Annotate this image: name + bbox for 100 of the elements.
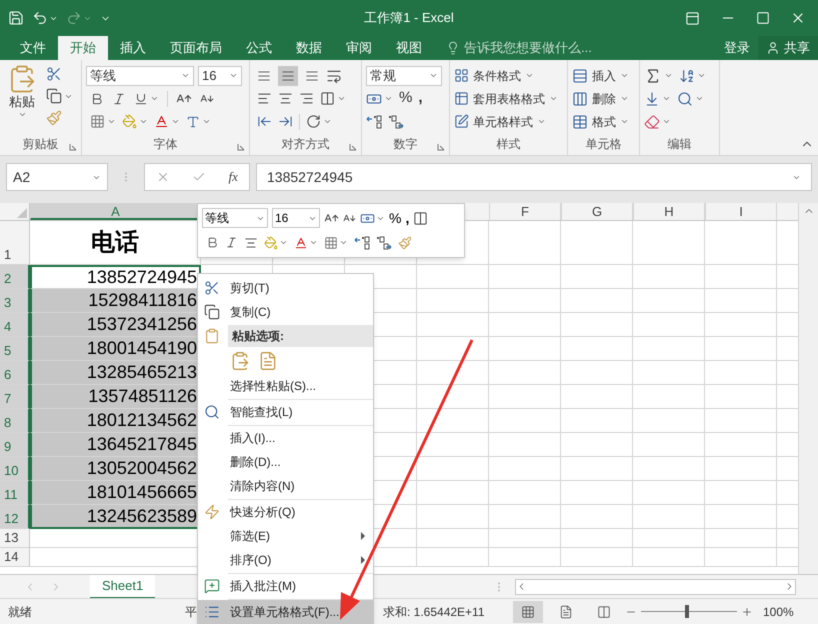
row-header[interactable]: 8 xyxy=(0,409,30,433)
undo-icon[interactable] xyxy=(32,10,48,26)
increase-decimal-icon[interactable] xyxy=(366,114,382,128)
maximize-icon[interactable] xyxy=(756,11,770,25)
menu-item[interactable]: 快速分析(Q) xyxy=(198,500,373,524)
sort-icon[interactable] xyxy=(679,68,695,84)
paste-button[interactable]: 粘贴 xyxy=(4,64,40,126)
sheet-tab[interactable]: Sheet1 xyxy=(90,574,156,598)
caret-icon[interactable] xyxy=(620,71,629,80)
search-icon[interactable] xyxy=(204,404,220,420)
font-color-icon[interactable] xyxy=(154,114,169,129)
row-header[interactable]: 1 xyxy=(0,221,30,265)
dialog-launcher-icon[interactable] xyxy=(349,143,357,151)
cells-command[interactable]: 格式 xyxy=(592,112,616,130)
row-header[interactable]: 2 xyxy=(0,265,30,289)
number-format-field[interactable]: 常规 xyxy=(366,66,442,86)
save-icon[interactable] xyxy=(8,10,24,26)
view-button[interactable] xyxy=(513,600,543,622)
cells-command[interactable]: 删除 xyxy=(592,90,616,108)
search-icon[interactable] xyxy=(677,90,693,106)
ribbon-tab[interactable]: 开始 xyxy=(58,36,108,60)
menu-item[interactable]: 插入(I)... xyxy=(198,426,373,450)
column-header[interactable]: H xyxy=(633,203,705,220)
menu-item[interactable]: 剪切(T) xyxy=(198,276,373,300)
menu-item[interactable]: 筛选(E) xyxy=(198,524,373,548)
dialog-launcher-icon[interactable] xyxy=(237,143,245,151)
percent-button[interactable]: % xyxy=(389,208,402,229)
ribbon-tab[interactable]: 视图 xyxy=(384,36,434,60)
menu-item[interactable]: 智能查找(L) xyxy=(198,400,373,424)
caret-icon[interactable] xyxy=(139,117,148,126)
paintbrush-icon[interactable] xyxy=(398,236,412,250)
phonetic-icon[interactable] xyxy=(186,114,200,128)
menu-item[interactable]: 插入批注(M) xyxy=(198,574,373,598)
zoom-in-icon[interactable] xyxy=(741,606,753,618)
tell-me-field[interactable]: 告诉我您想要做什么... xyxy=(464,38,614,58)
lightning-icon[interactable] xyxy=(204,504,220,520)
align-right-icon[interactable] xyxy=(299,91,314,106)
align-center-icon[interactable] xyxy=(278,91,293,106)
fill-down-icon[interactable] xyxy=(644,90,660,106)
caret-icon[interactable] xyxy=(384,94,393,103)
bold-icon[interactable] xyxy=(90,92,104,106)
row-header[interactable]: 11 xyxy=(0,481,30,505)
underline-icon[interactable] xyxy=(134,92,148,106)
decrease-decimal-icon[interactable] xyxy=(376,236,392,250)
decrease-indent-icon[interactable] xyxy=(257,114,272,129)
align-left-icon[interactable] xyxy=(257,91,272,106)
copy-icon[interactable] xyxy=(46,88,62,104)
caret-icon[interactable] xyxy=(620,117,629,126)
bold-icon[interactable] xyxy=(206,236,219,250)
merge-icon[interactable] xyxy=(413,210,428,226)
dialog-launcher-icon[interactable] xyxy=(69,143,77,151)
insert-function-button[interactable]: fx xyxy=(228,167,238,187)
caret-icon[interactable] xyxy=(229,71,238,80)
row-header[interactable]: 12 xyxy=(0,505,30,529)
increase-decimal-icon[interactable] xyxy=(354,236,370,250)
paste-formatting-icon[interactable] xyxy=(230,351,250,371)
menu-item[interactable]: 选择性粘贴(S)... xyxy=(198,374,373,398)
clipboard-icon[interactable] xyxy=(204,328,220,344)
ribbon-tab[interactable]: 页面布局 xyxy=(158,36,234,60)
caret-icon[interactable] xyxy=(695,94,704,103)
column-header[interactable]: I xyxy=(705,203,777,220)
row-header[interactable]: 14 xyxy=(0,548,30,567)
menu-item[interactable]: 清除内容(N) xyxy=(198,474,373,498)
paste-values-icon[interactable] xyxy=(258,351,278,371)
columns-icon[interactable] xyxy=(572,90,588,106)
percent-button[interactable]: % xyxy=(399,87,412,110)
caret-icon[interactable] xyxy=(429,71,438,80)
decrease-decimal-icon[interactable] xyxy=(388,114,404,128)
lightbulb-icon[interactable] xyxy=(446,41,460,55)
caret-icon[interactable] xyxy=(664,71,673,80)
formula-field[interactable]: 13852724945 xyxy=(256,163,812,191)
align-center-icon[interactable] xyxy=(244,236,258,250)
comment-icon[interactable] xyxy=(204,578,220,594)
ribbon-tab[interactable]: 插入 xyxy=(108,36,158,60)
style-command[interactable]: 单元格样式 xyxy=(473,112,533,130)
caret-icon[interactable] xyxy=(549,94,558,103)
scissors-icon[interactable] xyxy=(46,66,62,82)
row-header[interactable]: 5 xyxy=(0,337,30,361)
column-header[interactable]: F xyxy=(489,203,561,220)
caret-icon[interactable] xyxy=(107,117,116,126)
scissors-icon[interactable] xyxy=(204,280,220,296)
row-header[interactable]: 10 xyxy=(0,457,30,481)
caret-icon[interactable] xyxy=(337,94,346,103)
menu-item[interactable]: 设置单元格格式(F)... xyxy=(198,600,373,623)
grid-icon[interactable] xyxy=(454,68,469,83)
zoom-slider[interactable] xyxy=(641,605,737,618)
row-header[interactable]: 13 xyxy=(0,529,30,548)
table-icon[interactable] xyxy=(454,91,469,106)
orientation-icon[interactable] xyxy=(306,114,321,129)
sign-in-link[interactable]: 登录 xyxy=(716,36,758,60)
ribbon-tab[interactable]: 文件 xyxy=(8,36,58,60)
font-name-field[interactable]: 等线 xyxy=(202,208,268,228)
ribbon-tab[interactable]: 审阅 xyxy=(334,36,384,60)
caret-icon[interactable] xyxy=(323,117,332,126)
borders-icon[interactable] xyxy=(324,236,338,250)
horizontal-scrollbar[interactable] xyxy=(515,578,796,594)
caret-icon[interactable] xyxy=(150,94,159,103)
font-size-field[interactable]: 16 xyxy=(198,66,242,86)
font-size-field[interactable]: 16 xyxy=(272,208,320,228)
ribbon-tab[interactable]: 数据 xyxy=(284,36,334,60)
